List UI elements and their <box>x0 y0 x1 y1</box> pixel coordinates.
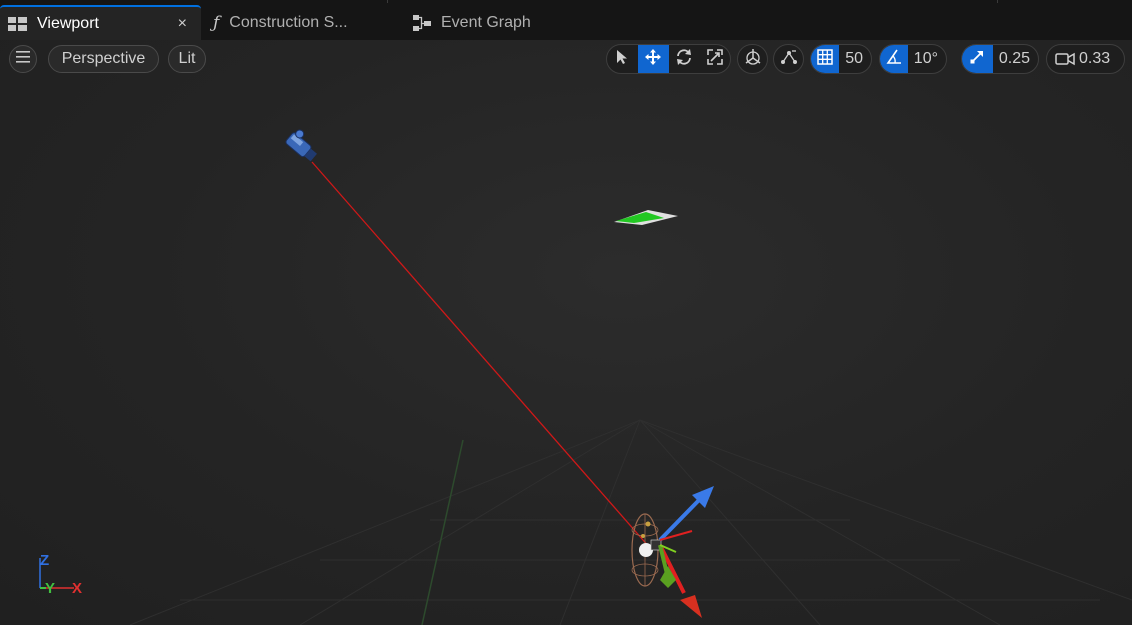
camera-icon <box>1055 52 1075 66</box>
surface-snapping-button[interactable] <box>773 44 804 74</box>
scale-icon <box>706 48 723 70</box>
select-icon <box>615 49 629 70</box>
viewport-scene[interactable] <box>0 40 1132 625</box>
axis-y-label: Y <box>45 580 56 597</box>
plane-actor[interactable] <box>614 210 678 225</box>
translate-gizmo[interactable] <box>658 486 714 618</box>
transform-tools-group <box>606 44 731 74</box>
grid-icon <box>817 48 833 70</box>
hamburger-menu-icon <box>16 50 30 68</box>
rotation-snap-toggle[interactable] <box>880 45 908 73</box>
scale-snap-value[interactable]: 0.25 <box>993 50 1038 68</box>
world-y-axis-line <box>421 439 464 625</box>
viewport-layout-icon <box>8 16 27 31</box>
translate-icon <box>644 48 662 71</box>
level-viewport[interactable]: Perspective Lit 50 10° 0.25 0.33 Z Y X <box>0 40 1132 625</box>
tab-divider <box>387 0 388 3</box>
lighting-mode-button[interactable]: Lit <box>168 45 206 73</box>
surface-snap-icon <box>780 48 798 71</box>
tab-viewport[interactable]: Viewport × <box>0 5 201 40</box>
camera-speed-value: 0.33 <box>1079 50 1111 67</box>
select-mode-button[interactable] <box>607 45 638 73</box>
rotation-snap-value[interactable]: 10° <box>908 50 946 68</box>
ground-grid <box>129 419 1132 625</box>
graph-icon <box>413 14 431 31</box>
editor-tab-bar: Viewport × ƒ Construction S... Event Gra… <box>0 0 1132 40</box>
character-actor[interactable] <box>631 513 662 587</box>
rotate-icon <box>675 48 693 71</box>
viewport-options-button[interactable] <box>9 45 37 73</box>
tab-viewport-label: Viewport <box>37 14 99 32</box>
close-icon[interactable]: × <box>178 15 187 33</box>
tab-event-graph[interactable]: Event Graph <box>413 5 573 40</box>
scale-snap-toggle[interactable] <box>962 45 993 73</box>
world-space-icon <box>744 48 762 71</box>
tab-divider <box>997 0 998 3</box>
function-icon: ƒ <box>213 12 220 33</box>
view-mode-button[interactable]: Perspective <box>48 45 159 73</box>
tab-event-graph-label: Event Graph <box>441 13 531 31</box>
tab-construction-script[interactable]: ƒ Construction S... <box>213 5 388 40</box>
axis-z-label: Z <box>40 552 50 569</box>
rotate-mode-button[interactable] <box>669 45 700 73</box>
trace-line <box>311 161 651 549</box>
rotation-snap-group: 10° <box>879 44 947 74</box>
tab-construction-script-label: Construction S... <box>229 13 348 31</box>
grid-snap-group: 50 <box>810 44 872 74</box>
translate-mode-button[interactable] <box>637 45 669 73</box>
axis-x-label: X <box>72 580 83 597</box>
scale-mode-button[interactable] <box>699 45 730 73</box>
grid-snap-value[interactable]: 50 <box>839 50 871 68</box>
scale-arrow-icon <box>970 50 984 69</box>
coordinate-space-button[interactable] <box>737 44 768 74</box>
scale-snap-group: 0.25 <box>961 44 1039 74</box>
angle-icon <box>886 49 902 70</box>
camera-actor[interactable] <box>285 127 322 163</box>
grid-snap-toggle[interactable] <box>811 45 840 73</box>
camera-speed-button[interactable]: 0.33 <box>1046 44 1125 74</box>
